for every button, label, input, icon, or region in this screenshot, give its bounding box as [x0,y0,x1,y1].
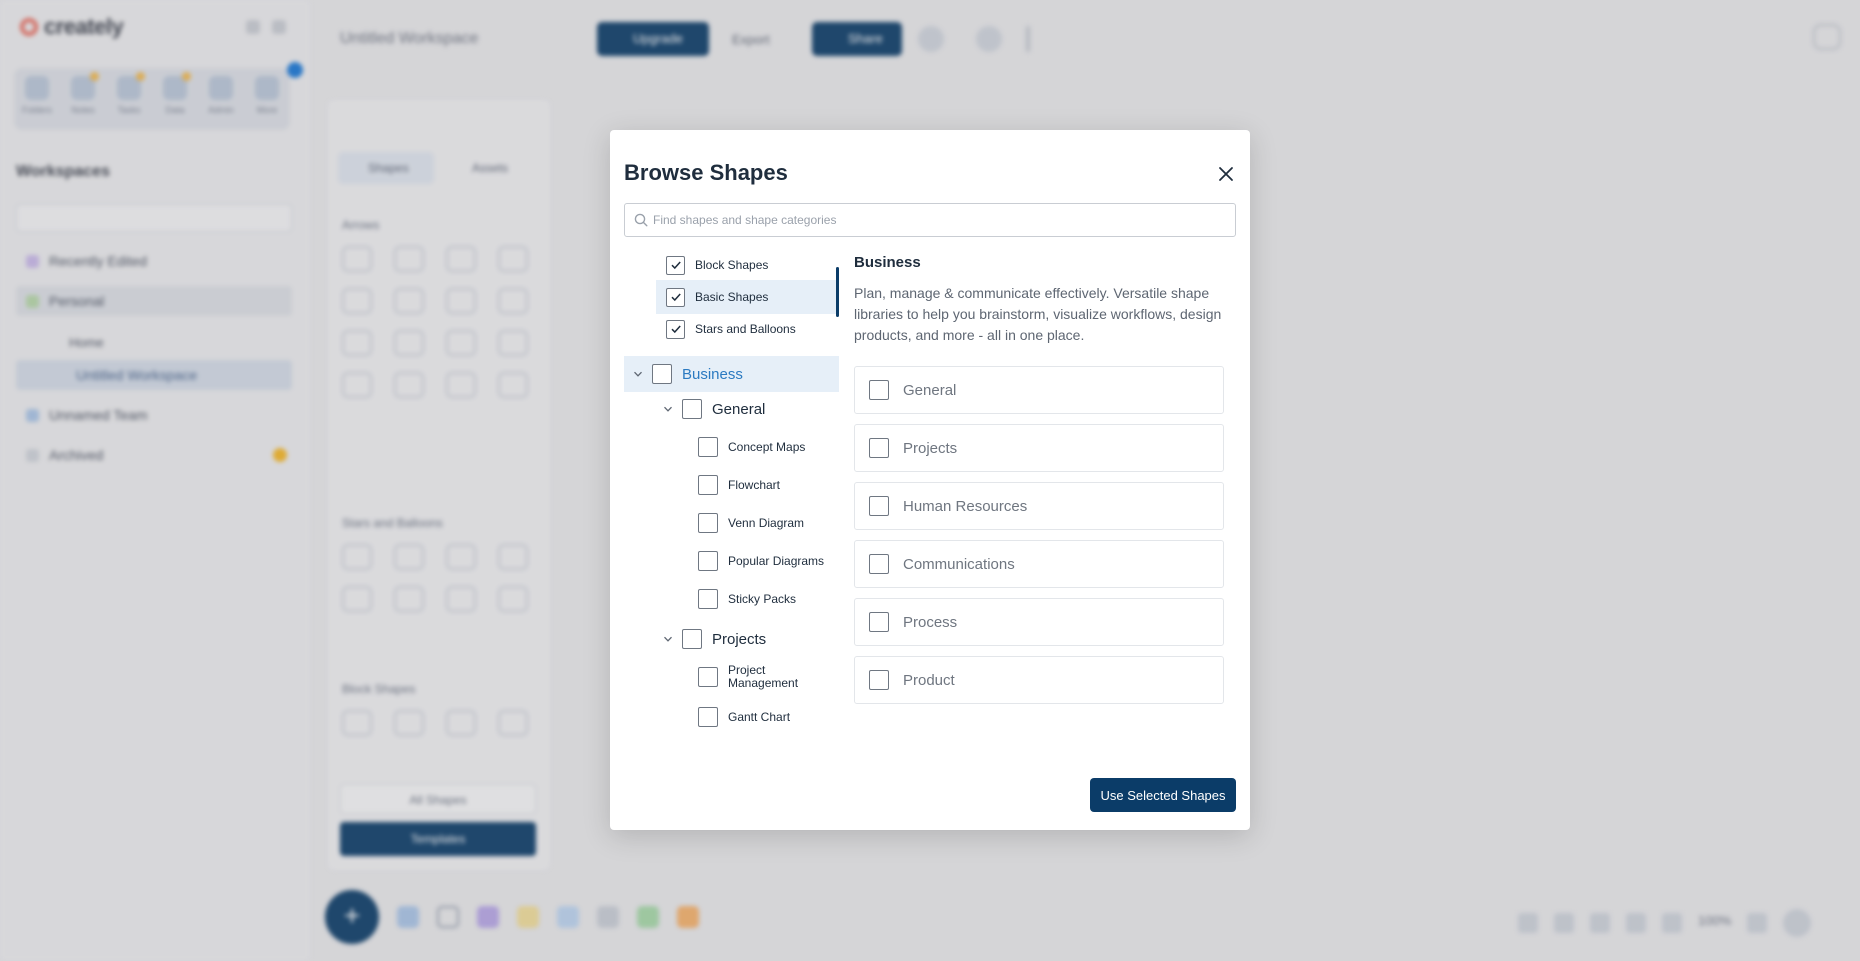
tile-checkbox[interactable] [869,496,889,516]
search-icon [634,213,648,227]
browse-shapes-dialog: Browse Shapes Block Shapes Basic Shapes [610,130,1250,830]
close-icon[interactable] [1214,162,1238,186]
library-checkbox[interactable] [666,319,685,339]
tile-checkbox[interactable] [869,670,889,690]
library-block-shapes[interactable]: Block Shapes [656,248,838,282]
leaf-checkbox[interactable] [698,475,718,495]
leaf-label: Sticky Packs [728,591,797,606]
leaf-popular-diagrams[interactable]: Popular Diagrams [698,542,838,580]
library-checkbox[interactable] [666,255,685,275]
chevron-down-icon[interactable] [654,404,682,414]
leaf-flowchart[interactable]: Flowchart [698,466,838,504]
tile-label: Human Resources [903,497,1028,515]
leaf-checkbox[interactable] [698,707,718,727]
leaf-label: Flowchart [728,477,781,492]
tile-label: Projects [903,439,958,457]
library-label: Block Shapes [695,258,769,272]
library-label: Stars and Balloons [695,322,796,336]
tile-general[interactable]: General [854,366,1224,414]
group-checkbox[interactable] [682,629,702,649]
tile-label: Product [903,671,955,689]
library-checkbox[interactable] [666,287,685,307]
search-input[interactable] [653,204,1233,236]
chevron-down-icon[interactable] [624,369,652,379]
library-stars-balloons[interactable]: Stars and Balloons [656,312,838,346]
tile-checkbox[interactable] [869,380,889,400]
tile-communications[interactable]: Communications [854,540,1224,588]
tile-label: Process [903,613,958,631]
group-checkbox[interactable] [682,399,702,419]
leaf-project-management[interactable]: Project Management [698,658,818,696]
shape-search-field [624,203,1236,237]
category-checkbox[interactable] [652,364,672,384]
detail-description: Plan, manage & communicate effectively. … [854,285,1222,343]
leaf-checkbox[interactable] [698,667,718,687]
tile-process[interactable]: Process [854,598,1224,646]
leaf-label: Popular Diagrams [728,553,825,568]
leaf-label: Venn Diagram [728,515,805,530]
tile-human-resources[interactable]: Human Resources [854,482,1224,530]
tile-label: General [903,381,957,399]
detail-title: Business [854,254,921,271]
leaf-concept-maps[interactable]: Concept Maps [698,428,838,466]
tile-label: Communications [903,555,1015,573]
tile-checkbox[interactable] [869,438,889,458]
leaf-venn-diagram[interactable]: Venn Diagram [698,504,838,542]
group-label: Projects [712,630,767,648]
group-general[interactable]: General [654,392,765,426]
dialog-title: Browse Shapes [624,160,788,185]
leaf-gantt-chart[interactable]: Gantt Chart [698,698,838,736]
category-business[interactable]: Business [624,356,839,392]
category-tree: Block Shapes Basic Shapes Stars and Ball… [624,248,844,756]
leaf-label: Gantt Chart [728,709,791,724]
leaf-sticky-packs[interactable]: Sticky Packs [698,580,838,618]
use-selected-shapes-button[interactable]: Use Selected Shapes [1090,778,1236,812]
leaf-label: Project Management [728,663,799,690]
tile-product[interactable]: Product [854,656,1224,704]
checkmark-icon [670,293,681,302]
tile-checkbox[interactable] [869,612,889,632]
tile-checkbox[interactable] [869,554,889,574]
checkmark-icon [670,325,681,334]
checkmark-icon [670,261,681,270]
library-label: Basic Shapes [695,290,769,304]
leaf-checkbox[interactable] [698,589,718,609]
chevron-down-icon[interactable] [654,634,682,644]
group-label: General [712,400,766,418]
leaf-label: Concept Maps [728,439,806,454]
tile-projects[interactable]: Projects [854,424,1224,472]
tree-scroll-indicator[interactable] [836,267,839,317]
category-detail: Business Plan, manage & communicate effe… [854,254,1234,346]
leaf-checkbox[interactable] [698,437,718,457]
leaf-checkbox[interactable] [698,513,718,533]
category-label: Business [682,365,743,383]
group-projects[interactable]: Projects [654,622,766,656]
library-basic-shapes[interactable]: Basic Shapes [656,280,838,314]
leaf-checkbox[interactable] [698,551,718,571]
